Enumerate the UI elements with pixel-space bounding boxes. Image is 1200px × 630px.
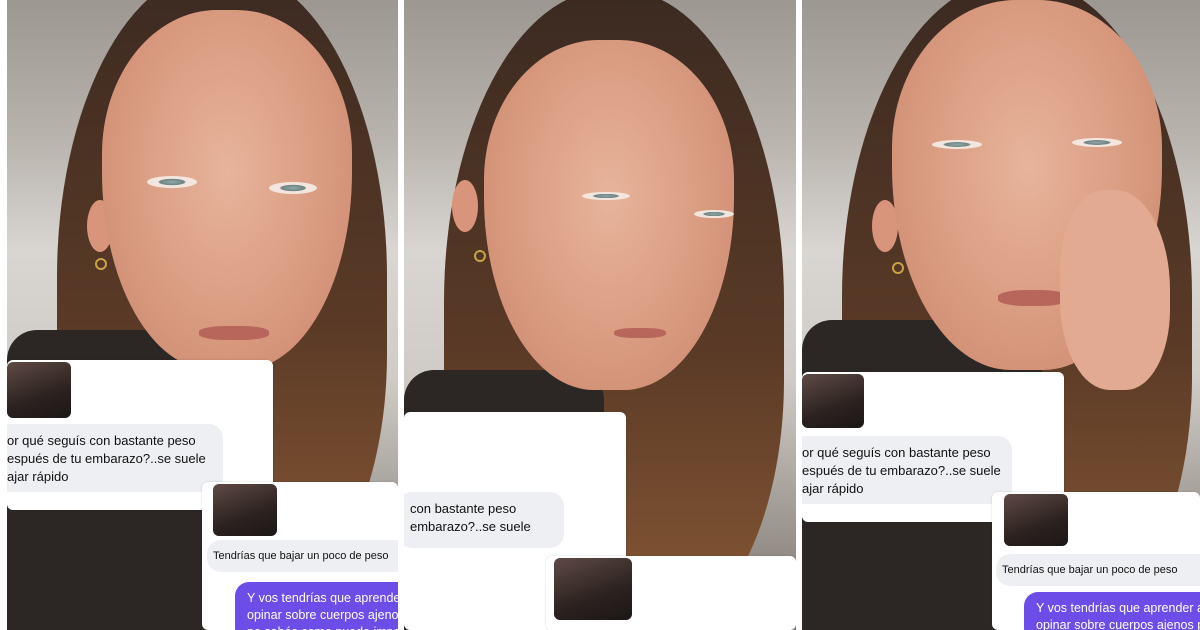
reply-bubble: Tendrías que bajar un poco de peso <box>207 540 398 572</box>
left-eye <box>147 176 197 188</box>
reply-thumbnail <box>1004 494 1068 546</box>
mouth <box>998 290 1068 306</box>
story-thumbnail <box>802 374 864 428</box>
response-bubble: Y vos tendrías que aprender a opinar sob… <box>1024 592 1200 630</box>
question-bubble: or qué seguís con bastante peso espués d… <box>7 424 223 492</box>
earring <box>95 258 107 270</box>
video-frame-center: con bastante peso embarazo?..se suele <box>404 0 796 630</box>
ear <box>452 180 478 232</box>
reply-thumbnail <box>554 558 632 620</box>
mouth <box>614 328 666 338</box>
story-thumbnail <box>7 362 71 418</box>
hand <box>1060 190 1170 390</box>
mouth <box>199 326 269 340</box>
video-frame-right: or qué seguís con bastante peso espués d… <box>802 0 1200 630</box>
response-bubble: Y vos tendrías que aprender opinar sobre… <box>235 582 398 630</box>
question-bubble: con bastante peso embarazo?..se suele <box>404 492 564 548</box>
right-eye <box>694 210 734 218</box>
right-eye <box>269 182 317 194</box>
left-eye <box>932 140 982 149</box>
reply-thumbnail <box>213 484 277 536</box>
reply-bubble: Tendrías que bajar un poco de peso <box>996 554 1200 586</box>
video-frame-left: or qué seguís con bastante peso espués d… <box>7 0 398 630</box>
left-eye <box>582 192 630 200</box>
question-bubble: or qué seguís con bastante peso espués d… <box>802 436 1012 504</box>
right-eye <box>1072 138 1122 147</box>
earring <box>892 262 904 274</box>
earring <box>474 250 486 262</box>
